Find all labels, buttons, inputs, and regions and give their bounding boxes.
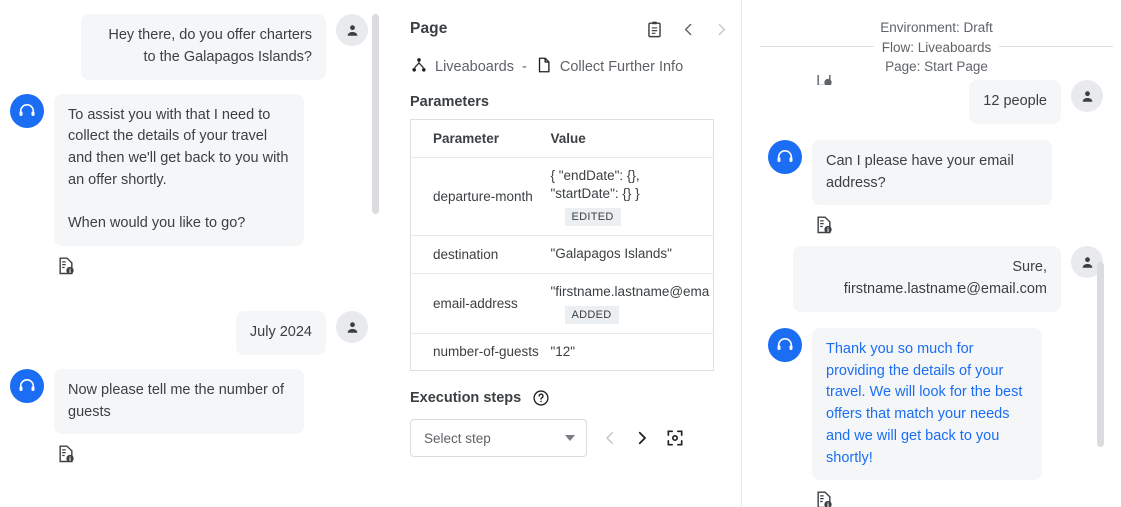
headset-icon: [10, 94, 44, 128]
message-bubble: Sure, firstname.lastname@email.com: [793, 246, 1061, 312]
headset-icon: [768, 140, 802, 174]
execution-prev-button[interactable]: [601, 429, 619, 447]
chat-message-user: Hey there, do you offer charters to the …: [10, 14, 368, 80]
left-panel-scrollbar[interactable]: [372, 14, 379, 214]
param-value: "12": [551, 343, 710, 361]
execution-steps-controls: Select step: [410, 419, 730, 457]
flow-icon: [410, 56, 428, 78]
right-panel-scrollbar[interactable]: [1097, 262, 1104, 447]
document-info-icon[interactable]: [814, 215, 1103, 240]
param-name: email-address: [411, 273, 541, 333]
chat-message-agent: Now please tell me the number of guests: [10, 369, 368, 470]
page-icon: [535, 56, 553, 78]
parameters-table: Parameter Value departure-month { "endDa…: [410, 119, 714, 371]
status-badge: EDITED: [565, 208, 621, 226]
message-bubble: Hey there, do you offer charters to the …: [81, 14, 326, 80]
help-circle-icon[interactable]: [532, 389, 550, 407]
page-inspector-panel: Page: [410, 14, 730, 457]
param-value: "Galapagos Islands": [551, 245, 710, 263]
table-row: destination "Galapagos Islands": [411, 236, 714, 273]
page-title: Page: [410, 20, 447, 38]
right-transcript-panel: Environment: Draft Flow: Liveaboards Pag…: [752, 0, 1121, 507]
message-bubble: To assist you with that I need to collec…: [54, 94, 304, 247]
clipboard-icon[interactable]: [645, 20, 664, 39]
chevron-right-icon[interactable]: [713, 21, 730, 38]
select-step-value: Select step: [424, 431, 491, 446]
chat-message-user: July 2024: [10, 311, 368, 355]
person-icon: [1071, 80, 1103, 112]
message-bubble: 12 people: [969, 80, 1061, 124]
breadcrumb: Liveaboards - Collect Further Info: [410, 56, 730, 78]
column-header-value: Value: [541, 120, 714, 158]
param-value: "firstname.lastname@ema: [551, 283, 710, 301]
param-value-cell: { "endDate": {}, "startDate": {} } EDITE…: [541, 158, 714, 236]
message-bubble: Thank you so much for providing the deta…: [812, 328, 1042, 481]
simulator-screen: Hey there, do you offer charters to the …: [0, 0, 1121, 507]
param-value: { "endDate": {}, "startDate": {} }: [551, 167, 710, 203]
message-bubble: Can I please have your email address?: [812, 140, 1052, 206]
chat-message-user: Sure, firstname.lastname@email.com: [768, 246, 1103, 312]
table-row: number-of-guests "12": [411, 333, 714, 370]
column-header-parameter: Parameter: [411, 120, 541, 158]
chat-message-user: 12 people: [768, 80, 1103, 124]
param-value-cell: "firstname.lastname@ema ADDED: [541, 273, 714, 333]
status-badge: ADDED: [565, 306, 619, 324]
chat-message-agent: Thank you so much for providing the deta…: [768, 328, 1103, 507]
headset-icon: [10, 369, 44, 403]
execution-steps-header: Execution steps: [410, 389, 730, 407]
environment-banner: Environment: Draft Flow: Liveaboards Pag…: [752, 18, 1121, 80]
chat-message-agent: Can I please have your email address?: [768, 140, 1103, 241]
person-icon: [336, 311, 368, 343]
headset-icon: [768, 328, 802, 362]
breadcrumb-page-label[interactable]: Collect Further Info: [560, 59, 683, 75]
param-name: number-of-guests: [411, 333, 541, 370]
breadcrumb-separator: -: [521, 59, 528, 75]
page-line: Page: Start Page: [880, 57, 993, 77]
center-focus-icon[interactable]: [665, 428, 685, 448]
message-bubble: Now please tell me the number of guests: [54, 369, 304, 435]
flow-line: Flow: Liveaboards: [880, 38, 993, 58]
document-info-icon[interactable]: [56, 444, 368, 469]
param-name: destination: [411, 236, 541, 273]
param-value-cell: "12": [541, 333, 714, 370]
execution-steps-label: Execution steps: [410, 390, 521, 406]
left-transcript-panel: Hey there, do you offer charters to the …: [0, 0, 385, 507]
param-name: departure-month: [411, 158, 541, 236]
environment-line: Environment: Draft: [880, 18, 993, 38]
chevron-left-icon[interactable]: [680, 21, 697, 38]
parameters-label: Parameters: [410, 94, 730, 110]
panel-divider: [741, 0, 742, 507]
table-row: departure-month { "endDate": {}, "startD…: [411, 158, 714, 236]
table-row: email-address "firstname.lastname@ema AD…: [411, 273, 714, 333]
chat-message-agent: To assist you with that I need to collec…: [10, 94, 368, 282]
param-value-cell: "Galapagos Islands": [541, 236, 714, 273]
breadcrumb-flow-label[interactable]: Liveaboards: [435, 59, 514, 75]
message-bubble: July 2024: [236, 311, 326, 355]
document-info-icon[interactable]: [56, 256, 368, 281]
execution-next-button[interactable]: [633, 429, 651, 447]
table-header-row: Parameter Value: [411, 120, 714, 158]
select-step-dropdown[interactable]: Select step: [410, 419, 587, 457]
chevron-down-icon: [565, 435, 575, 441]
document-info-icon[interactable]: [814, 490, 1103, 507]
person-icon: [336, 14, 368, 46]
inspector-header: Page: [410, 14, 730, 44]
